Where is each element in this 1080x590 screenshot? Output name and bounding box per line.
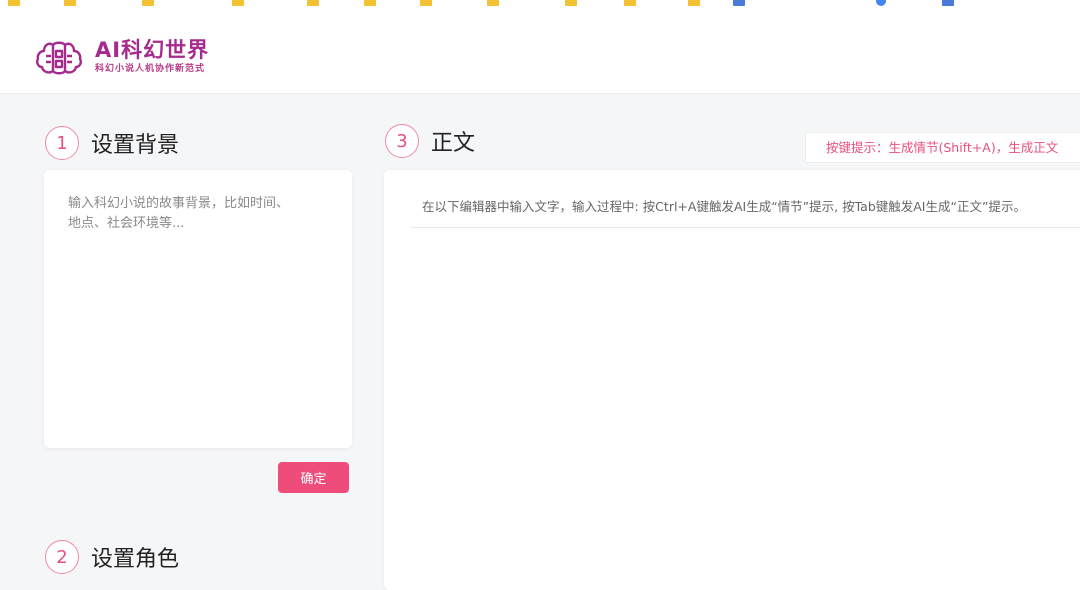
bookmark-item[interactable] xyxy=(364,0,376,8)
folder-icon xyxy=(64,0,76,6)
folder-icon xyxy=(307,0,319,6)
bookmark-item[interactable] xyxy=(733,0,745,8)
section-background-heading: 1 设置背景 xyxy=(45,126,179,160)
folder-icon xyxy=(624,0,636,6)
background-card xyxy=(44,170,352,448)
bookmark-item[interactable] xyxy=(307,0,319,8)
translate-icon xyxy=(942,0,954,6)
bookmark-item[interactable] xyxy=(942,0,954,8)
bookmark-item[interactable] xyxy=(142,0,154,8)
folder-icon xyxy=(142,0,154,6)
bookmark-item[interactable] xyxy=(624,0,636,8)
bookmark-item[interactable] xyxy=(565,0,577,8)
folder-icon xyxy=(565,0,577,6)
folder-icon xyxy=(487,0,499,6)
text-editor[interactable] xyxy=(411,232,1080,572)
editor-instructions: 在以下编辑器中输入文字，输入过程中: 按Ctrl+A键触发AI生成“情节”提示,… xyxy=(422,199,1026,214)
google-icon xyxy=(876,0,886,6)
folder-icon xyxy=(8,0,20,6)
step-number: 1 xyxy=(45,126,79,160)
section-roles-heading: 2 设置角色 xyxy=(45,540,179,574)
folder-icon xyxy=(688,0,700,6)
bookmark-item[interactable] xyxy=(688,0,700,8)
section-title: 设置角色 xyxy=(91,547,180,572)
site-header: AI科幻世界 科幻小说人机协作新范式 xyxy=(0,12,1080,94)
bookmark-item[interactable] xyxy=(420,0,432,8)
section-text-heading: 3 正文 xyxy=(385,124,475,158)
step-number: 2 xyxy=(45,540,79,574)
brain-logo-icon[interactable] xyxy=(34,37,84,77)
folder-icon xyxy=(364,0,376,6)
confirm-button[interactable]: 确定 xyxy=(278,462,349,493)
bookmarks-bar xyxy=(0,0,1080,12)
bookmark-icon xyxy=(733,0,745,6)
step-number: 3 xyxy=(385,124,419,158)
logo-subtitle: 科幻小说人机协作新范式 xyxy=(95,64,206,74)
editor-card: 在以下编辑器中输入文字，输入过程中: 按Ctrl+A键触发AI生成“情节”提示,… xyxy=(384,170,1080,590)
bookmark-item[interactable] xyxy=(232,0,244,8)
folder-icon xyxy=(420,0,432,6)
bookmark-item[interactable] xyxy=(487,0,499,8)
folder-icon xyxy=(232,0,244,6)
keyboard-hint-banner: 按键提示：生成情节(Shift+A)，生成正文 xyxy=(805,132,1080,163)
editor-divider xyxy=(411,227,1080,228)
section-title: 正文 xyxy=(431,131,476,156)
background-input[interactable] xyxy=(66,192,296,432)
bookmark-item[interactable] xyxy=(64,0,76,8)
bookmark-item[interactable] xyxy=(876,0,886,8)
bookmark-item[interactable] xyxy=(8,0,20,8)
logo-title[interactable]: AI科幻世界 xyxy=(95,38,209,62)
section-title: 设置背景 xyxy=(91,133,180,158)
